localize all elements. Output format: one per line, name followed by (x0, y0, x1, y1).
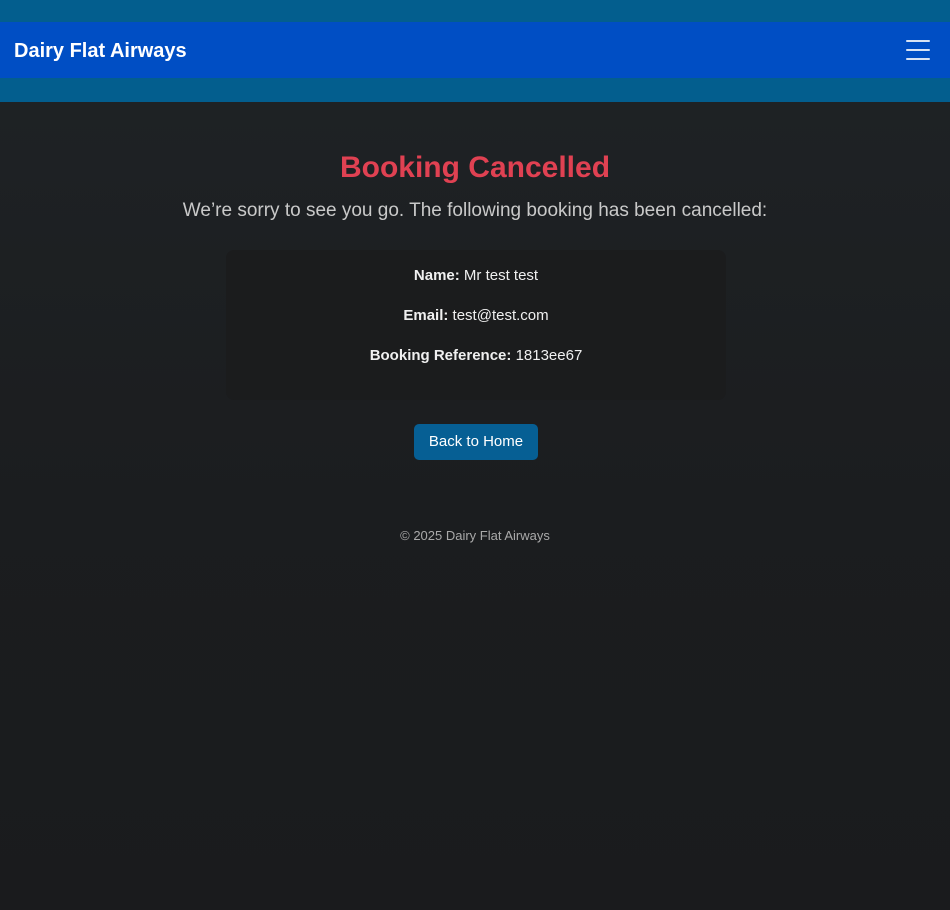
detail-name-label: Name: (413, 267, 460, 284)
header-band: Dairy Flat Airways (0, 0, 950, 102)
footer-copyright: © 2025 Dairy Flat Airways (400, 528, 550, 543)
booking-details-card: Name: Mr test test Email: test@test.com … (226, 250, 726, 400)
page-subtitle: We’re sorry to see you go. The following… (182, 200, 768, 221)
brand-link[interactable]: Dairy Flat Airways (14, 39, 187, 63)
page-title: Booking Cancelled (339, 151, 611, 184)
detail-reference-label: Booking Reference: (369, 347, 512, 364)
hamburger-line (906, 49, 930, 51)
hamburger-icon[interactable] (902, 36, 934, 64)
detail-booking-reference: Booking Reference: 1813ee67 (226, 346, 726, 366)
detail-reference-value: 1813ee67 (515, 347, 583, 364)
detail-name: Name: Mr test test (226, 266, 726, 286)
detail-name-value: Mr test test (463, 267, 539, 284)
detail-email-value: test@test.com (452, 307, 549, 324)
hamburger-line (906, 58, 930, 60)
hamburger-line (906, 40, 930, 42)
detail-email: Email: test@test.com (226, 306, 726, 326)
detail-email-label: Email: (403, 307, 449, 324)
navbar: Dairy Flat Airways (0, 22, 950, 78)
back-to-home-button[interactable]: Back to Home (414, 424, 538, 460)
